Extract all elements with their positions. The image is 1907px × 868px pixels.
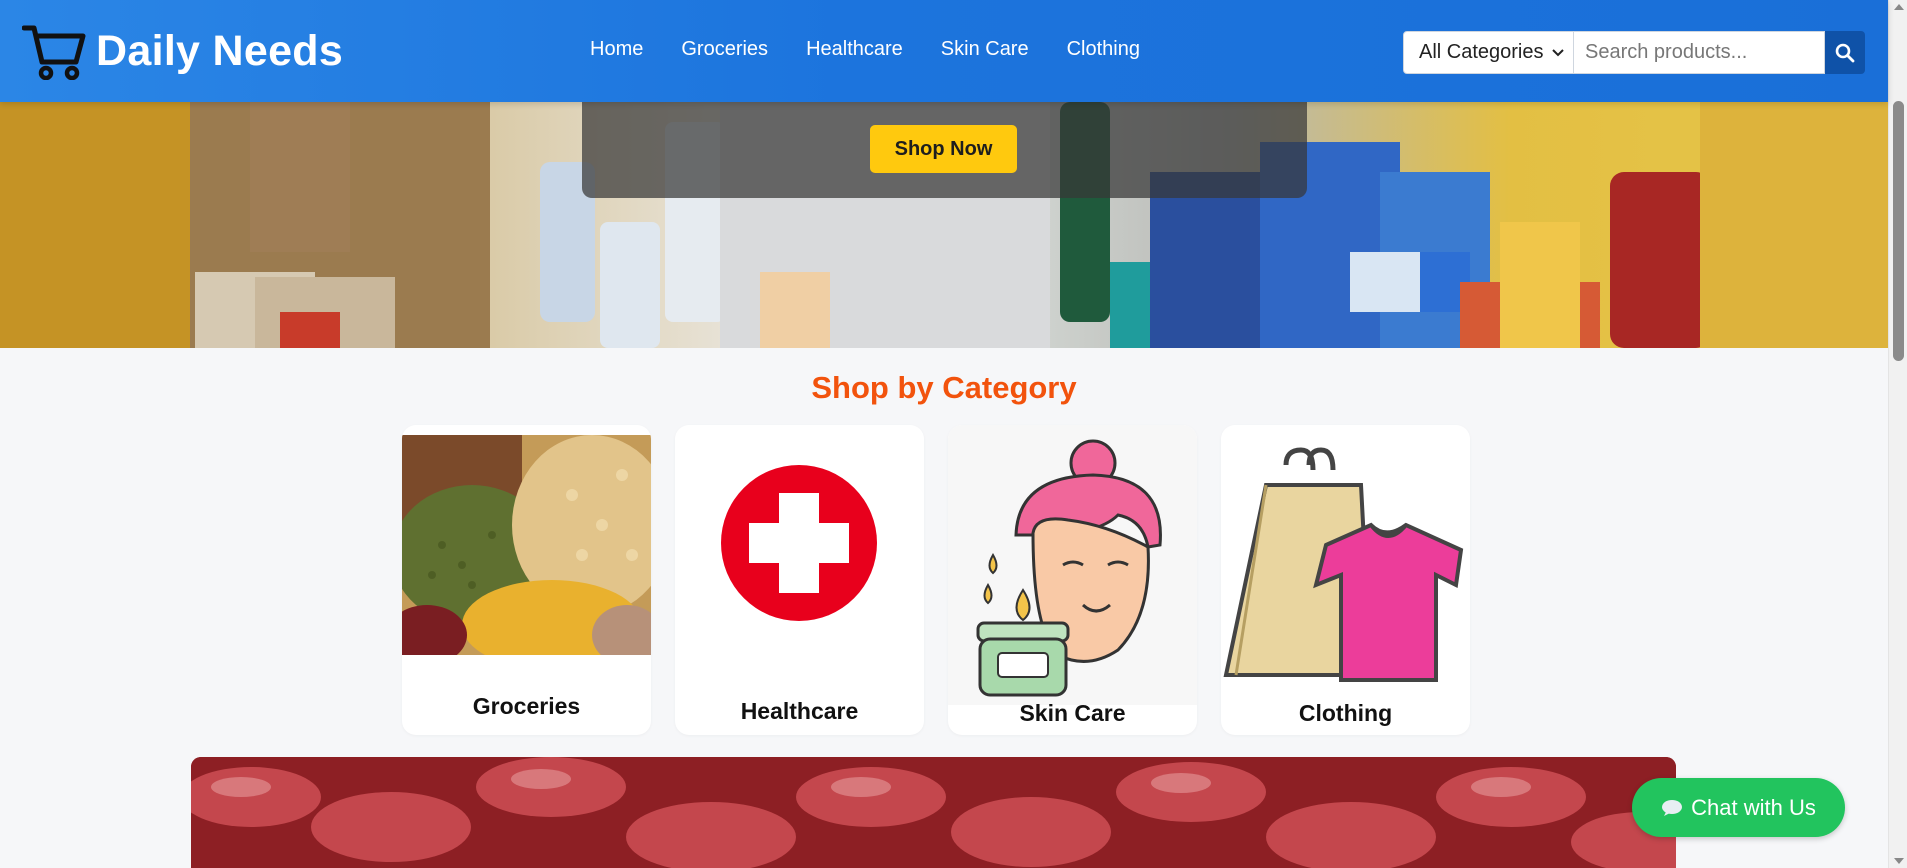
promo-banner [191,757,1676,868]
search-button[interactable] [1825,31,1865,74]
chat-button-label: Chat with Us [1691,794,1816,820]
brand-logo[interactable]: Daily Needs [22,22,343,80]
lentils-image [402,435,651,655]
category-label: Healthcare [740,698,859,724]
nav-link-clothing[interactable]: Clothing [1067,38,1140,61]
search-bar: All Categories Search products... [1403,31,1865,74]
chat-bubble-icon [1662,799,1683,816]
category-card-healthcare[interactable]: Healthcare [675,425,924,735]
cart-icon [22,25,86,80]
category-card-clothing[interactable]: Clothing [1221,425,1470,735]
category-card-skin-care[interactable]: Skin Care [948,425,1197,735]
brand-name: Daily Needs [96,26,344,75]
chevron-down-icon [1552,49,1564,57]
medical-cross-icon [721,465,877,621]
category-label: Skin Care [1019,700,1126,726]
category-select[interactable]: All Categories [1403,31,1574,74]
scroll-up-icon[interactable] [1894,4,1904,10]
nav-link-skin-care[interactable]: Skin Care [941,38,1029,61]
category-grid: Groceries Healthcare Skin Care Clothing [402,425,1470,735]
kidney-beans-image [191,757,1676,868]
main-nav: Home Groceries Healthcare Skin Care Clot… [590,38,1140,61]
shopping-bag-shirt-icon [1223,447,1464,682]
chat-button[interactable]: Chat with Us [1632,778,1845,837]
category-label: Groceries [472,693,581,719]
skincare-face-icon [948,425,1197,705]
search-placeholder: Search products... [1585,41,1748,63]
search-input[interactable]: Search products... [1574,31,1825,74]
nav-link-healthcare[interactable]: Healthcare [806,38,903,61]
category-select-value: All Categories [1419,41,1544,63]
category-card-groceries[interactable]: Groceries [402,425,651,735]
shop-now-button[interactable]: Shop Now [870,125,1017,173]
nav-link-groceries[interactable]: Groceries [681,38,768,61]
scrollbar-thumb[interactable] [1893,101,1904,361]
scroll-down-icon[interactable] [1894,858,1904,864]
nav-link-home[interactable]: Home [590,38,643,61]
page-scrollbar[interactable] [1888,0,1907,868]
section-title: Shop by Category [811,370,1077,405]
site-header: Daily Needs Home Groceries Healthcare Sk… [0,0,1888,102]
search-icon [1835,43,1855,62]
category-label: Clothing [1298,700,1393,726]
